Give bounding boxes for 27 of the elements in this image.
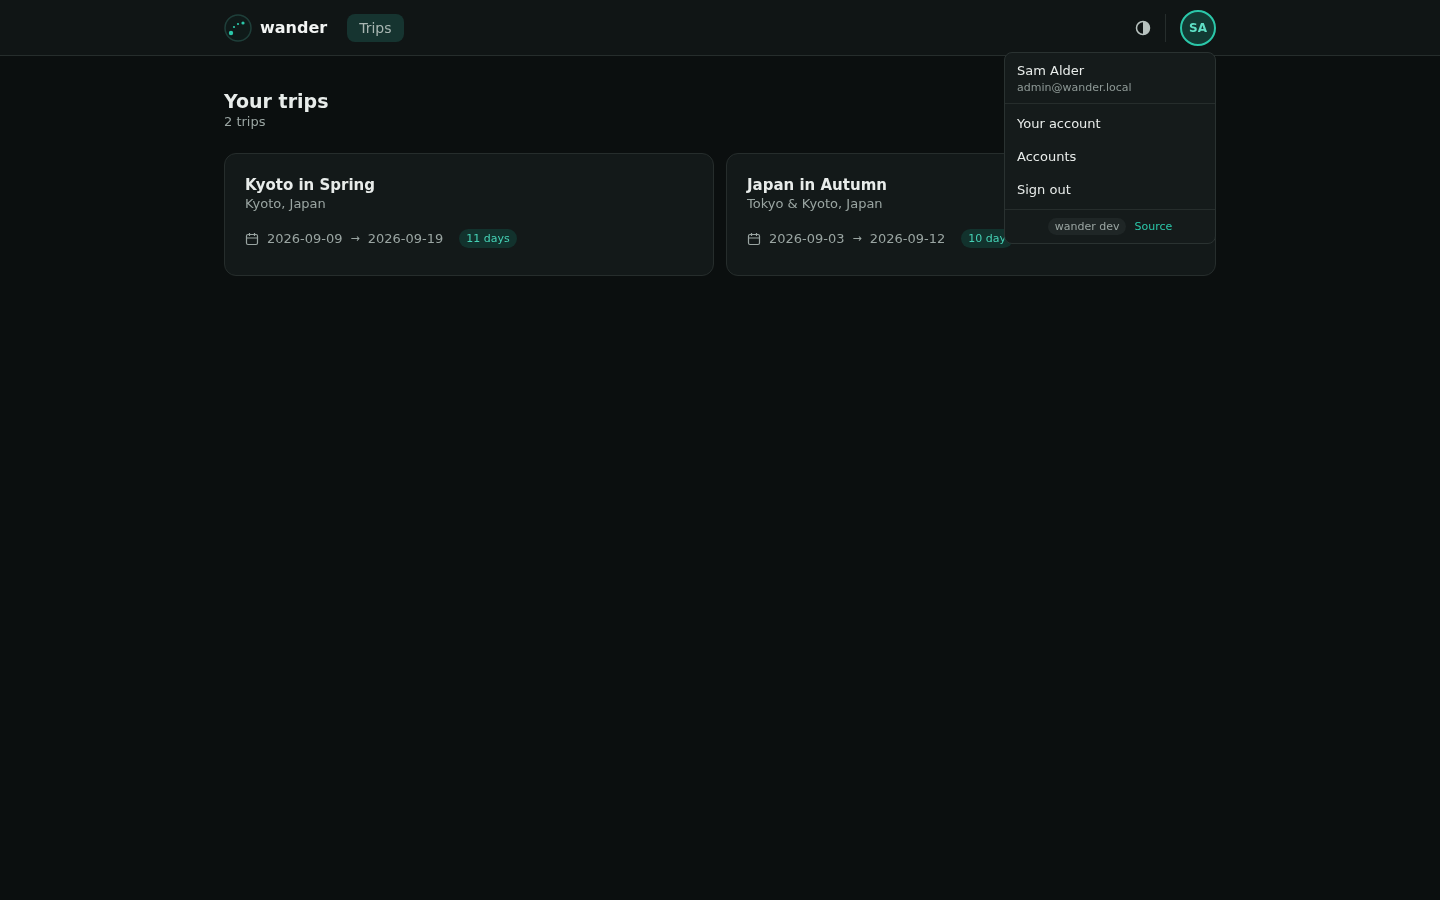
calendar-icon [747, 231, 761, 246]
menu-item[interactable]: Your account [1005, 107, 1215, 140]
trip-place: Tokyo & Kyoto, Japan [747, 196, 883, 211]
logo-icon [224, 13, 252, 42]
page-title: Your trips [224, 90, 329, 112]
menu-item[interactable]: Sign out [1005, 173, 1215, 206]
end-date: 2026-09-19 [367, 231, 444, 246]
trip-title: Kyoto in Spring [245, 176, 375, 194]
end-date: 2026-09-12 [869, 231, 946, 246]
arrow-text: → [350, 232, 360, 245]
version-badge: wander dev [1047, 218, 1127, 235]
theme-toggle-icon[interactable] [1135, 19, 1151, 36]
user-email: admin@wander.local [1017, 81, 1133, 94]
duration-badge: 11 days [459, 229, 517, 248]
nav-tab[interactable]: Trips [347, 13, 404, 42]
calendar-icon [245, 231, 259, 246]
start-date: 2026-09-03 [769, 231, 845, 246]
avatar-button[interactable]: SA [1180, 9, 1216, 46]
trip-count: 2 trips [224, 114, 266, 129]
source-link[interactable]: Source [1134, 220, 1173, 233]
arrow-text: → [852, 232, 862, 245]
start-date: 2026-09-09 [267, 231, 343, 246]
trip-place: Kyoto, Japan [245, 196, 326, 211]
brand-name: wander [260, 18, 328, 37]
user-name: Sam Alder [1017, 63, 1086, 78]
trip-card[interactable]: Kyoto in Spring Kyoto, Japan 2026-09-09 → 2026-09-19 11 days [224, 153, 714, 276]
trip-title: Japan in Autumn [747, 176, 887, 194]
